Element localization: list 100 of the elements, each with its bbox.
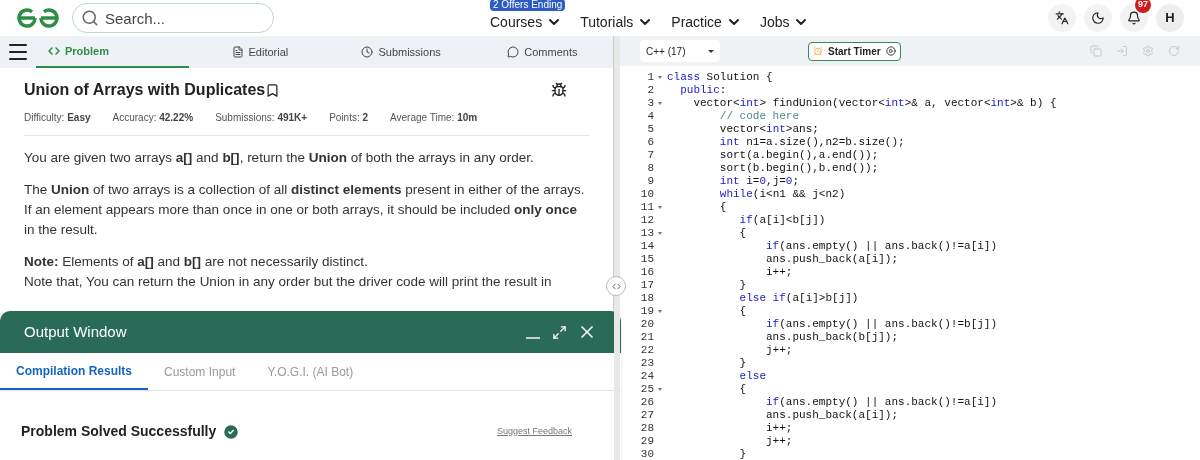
line-number: 24	[639, 370, 654, 383]
line-number: 25	[639, 383, 654, 396]
line-number: 23	[639, 357, 654, 370]
line-number: 30	[639, 448, 654, 460]
line-number: 7	[646, 149, 654, 162]
line-number: 13	[639, 227, 654, 240]
line-number: 1	[646, 71, 654, 84]
problem-meta: Points: 2	[329, 111, 369, 125]
line-number: 17	[639, 279, 654, 292]
line-number: 4	[646, 110, 654, 123]
line-number: 2	[646, 84, 654, 97]
problem-meta: Accuracy: 42.22%	[112, 111, 194, 125]
search-icon	[81, 9, 99, 27]
code-line: else if(a[i]>b[j])	[738, 292, 859, 305]
code-line: j++;	[765, 435, 793, 448]
start-timer-button[interactable]: Start Timer	[808, 41, 901, 61]
code-line: vector<int>ans;	[718, 123, 819, 136]
tab[interactable]: Comments	[471, 36, 613, 68]
code-line: class Solution {	[666, 71, 773, 84]
line-number: 26	[639, 396, 654, 409]
code-line: // code here	[718, 110, 800, 123]
offer-badge: 2 Offers Ending	[490, 0, 566, 11]
line-number: 27	[639, 409, 654, 422]
code-line: {	[738, 227, 747, 240]
line-number: 10	[639, 188, 654, 201]
output-tab[interactable]: Compilation Results	[0, 353, 148, 390]
code-line: ans.push_back(a[i]);	[765, 253, 899, 266]
problem-meta: Difficulty: Easy	[24, 111, 91, 125]
fold-icon[interactable]	[657, 388, 662, 391]
code-line: if(ans.empty() || ans.back()!=a[i])	[765, 240, 998, 253]
bookmark-icon[interactable]	[265, 82, 281, 98]
nav-menu[interactable]: Tutorials	[580, 11, 654, 33]
code-line: }	[738, 448, 747, 460]
code-line: ans.push_back(b[j]);	[765, 331, 899, 344]
tab[interactable]: Editorial	[189, 36, 331, 68]
avatar[interactable]: H	[1156, 4, 1184, 32]
fold-icon[interactable]	[657, 232, 662, 235]
line-number: 6	[646, 136, 654, 149]
code-line: if(a[i]<b[j])	[738, 214, 826, 227]
check-icon	[222, 422, 241, 441]
fold-icon[interactable]	[657, 206, 662, 209]
play-icon	[885, 46, 896, 56]
code-line: i++;	[765, 422, 793, 435]
code-line: i++;	[765, 266, 793, 279]
problem-meta: Average Time: 10m	[390, 111, 478, 125]
tab[interactable]: Problem	[36, 36, 190, 68]
line-number: 9	[646, 175, 654, 188]
alarm-icon	[813, 46, 823, 56]
bug-icon[interactable]	[551, 82, 567, 98]
notification-count: 97	[1135, 0, 1151, 13]
line-number: 22	[639, 344, 654, 357]
chat-icon	[507, 46, 520, 58]
fold-icon[interactable]	[657, 310, 662, 313]
language-select[interactable]: C++ (17)	[640, 40, 720, 62]
nav-menu[interactable]: Practice	[671, 11, 742, 33]
line-number: 19	[639, 305, 654, 318]
code-line: {	[738, 383, 747, 396]
line-number: 15	[639, 253, 654, 266]
code-line: int i=0,j=0;	[718, 175, 800, 188]
nav-menu[interactable]: Courses	[490, 11, 563, 33]
problem-meta: Submissions: 491K+	[215, 111, 308, 125]
theme-button[interactable]	[1084, 4, 1112, 32]
feedback-link[interactable]: Suggest Feedback	[496, 424, 572, 439]
resize-handle[interactable]	[606, 276, 626, 296]
line-number: 28	[639, 422, 654, 435]
translate-icon	[1055, 11, 1069, 25]
document-icon	[231, 46, 244, 58]
moon-icon	[1091, 11, 1105, 25]
clock-icon	[361, 46, 374, 58]
line-number: 21	[639, 331, 654, 344]
code-line: if(ans.empty() || ans.back()!=a[i])	[765, 396, 998, 409]
bell-icon	[1127, 11, 1141, 25]
code-line: j++;	[765, 344, 793, 357]
problem-title: Union of Arrays with Duplicates	[24, 80, 266, 100]
code-line: else	[738, 370, 767, 383]
code-line: sort(b.begin(),b.end());	[718, 162, 879, 175]
line-number: 18	[639, 292, 654, 305]
line-number: 16	[639, 266, 654, 279]
line-number: 12	[639, 214, 654, 227]
code-line: {	[738, 305, 747, 318]
line-number: 20	[639, 318, 654, 331]
code-line: ans.push_back(a[i]);	[765, 409, 899, 422]
translate-button[interactable]	[1048, 4, 1076, 32]
code-line: }	[738, 357, 747, 370]
result-message: Problem Solved Successfully	[21, 422, 217, 441]
line-number: 14	[639, 240, 654, 253]
code-icon	[48, 45, 60, 57]
logo-icon[interactable]	[16, 7, 60, 29]
search-field[interactable]: Search...	[72, 3, 274, 33]
line-number: 11	[639, 201, 654, 214]
code-line: vector<int> findUnion(vector<int>& a, vector<int>& b) {	[692, 97, 1057, 110]
problem-text: You are given two arrays a[] and b[], return the Union of both the arrays in any order.	[24, 149, 535, 167]
code-line: {	[718, 201, 727, 214]
code-line: }	[738, 279, 747, 292]
expand-icon[interactable]	[552, 324, 567, 340]
nav-menu[interactable]: Jobs	[759, 11, 810, 33]
fold-icon[interactable]	[657, 102, 662, 105]
problem-text: Note: Elements of a[] and b[] are not necessarily distinct.	[24, 253, 369, 271]
fold-icon[interactable]	[657, 76, 662, 79]
tab[interactable]: Submissions	[330, 36, 472, 68]
